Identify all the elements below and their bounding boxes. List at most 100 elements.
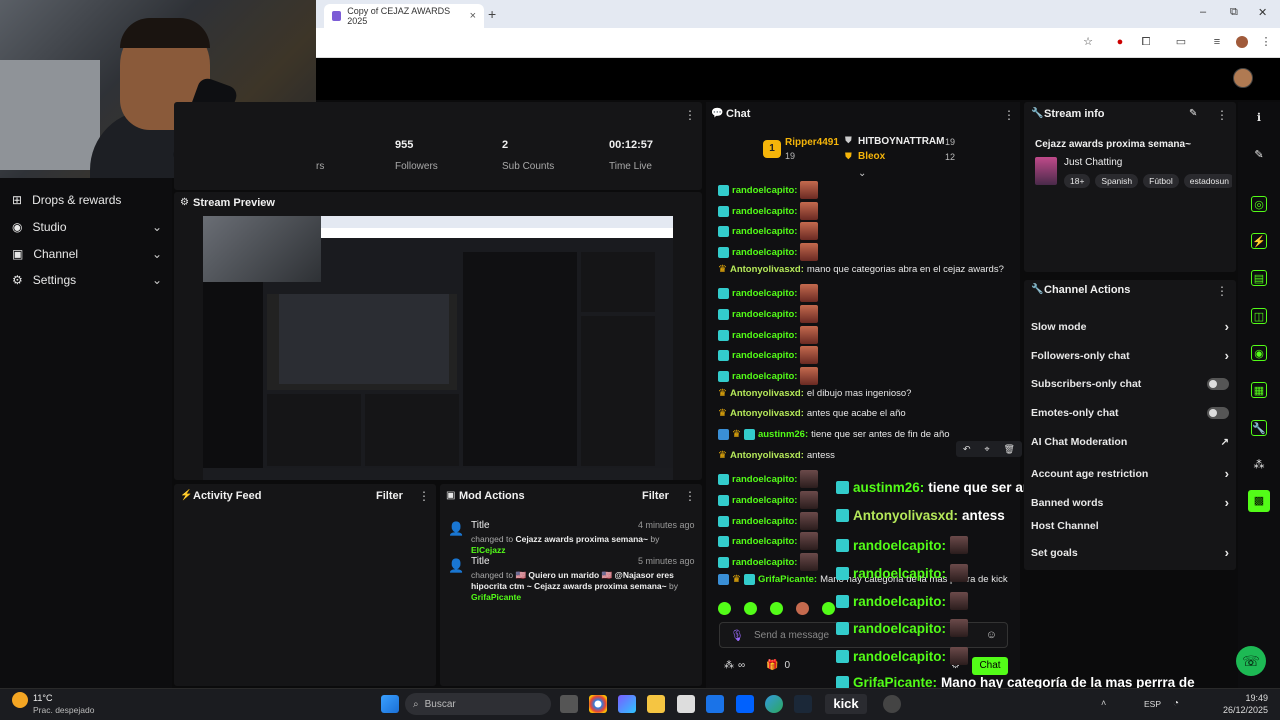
- channel-action-host-channel[interactable]: Host Channel: [1031, 520, 1229, 532]
- activity-menu-icon[interactable]: ⋮: [418, 489, 430, 503]
- document-icon[interactable]: ▤: [1251, 270, 1267, 286]
- emoji-icon[interactable]: ☺: [986, 629, 997, 641]
- chat-username[interactable]: randoelcapito:: [732, 185, 797, 196]
- chat-username[interactable]: GrifaPicante:: [758, 574, 817, 585]
- chat-username[interactable]: randoelcapito:: [732, 288, 797, 299]
- chat-username[interactable]: Antonyolivasxd:: [730, 450, 804, 461]
- sidebar-item-channel[interactable]: ▣ Channel ⌄: [12, 247, 162, 261]
- sidebar-item-drops[interactable]: ⊞ Drops & rewards: [12, 193, 162, 207]
- weather-icon[interactable]: [12, 692, 28, 708]
- chat-message[interactable]: randoelcapito:: [718, 491, 821, 509]
- clock-date[interactable]: 26/12/2025: [1200, 705, 1268, 715]
- chat-username[interactable]: austinm26:: [758, 429, 808, 440]
- edge-icon[interactable]: [765, 695, 783, 713]
- channel-action-account-age-restriction[interactable]: Account age restriction ›: [1031, 466, 1229, 481]
- emote-icon[interactable]: [718, 601, 731, 615]
- chat-username[interactable]: randoelcapito:: [732, 536, 797, 547]
- gift-count[interactable]: 🎁 0: [766, 660, 790, 671]
- chat-username[interactable]: randoelcapito:: [732, 516, 797, 527]
- support-button[interactable]: ☏: [1236, 646, 1266, 676]
- menu-icon[interactable]: ⋮: [1260, 36, 1272, 48]
- chat-message[interactable]: randoelcapito:: [718, 305, 821, 323]
- chat-username[interactable]: randoelcapito:: [732, 330, 797, 341]
- mail-icon[interactable]: [706, 695, 724, 713]
- chat-username[interactable]: randoelcapito:: [732, 247, 797, 258]
- kick-taskbar-icon[interactable]: kick: [825, 694, 867, 714]
- chat-message[interactable]: randoelcapito:: [718, 243, 821, 261]
- chat-message[interactable]: randoelcapito:: [718, 346, 821, 364]
- clock-time[interactable]: 19:49: [1220, 693, 1268, 703]
- chat-message[interactable]: randoelcapito:: [718, 181, 821, 199]
- chat-username[interactable]: randoelcapito:: [732, 309, 797, 320]
- taskbar-search[interactable]: ⌕ Buscar: [405, 693, 551, 715]
- chevron-down-icon[interactable]: ⌄: [858, 168, 866, 179]
- stream-info-menu-icon[interactable]: ⋮: [1216, 108, 1228, 122]
- chat-icon[interactable]: ◫: [1251, 308, 1267, 324]
- channel-action-slow-mode[interactable]: Slow mode ›: [1031, 319, 1229, 334]
- address-bar[interactable]: [316, 28, 1280, 58]
- media-icon[interactable]: ≡: [1211, 36, 1223, 48]
- edit-icon[interactable]: ✎: [1189, 108, 1197, 119]
- chat-menu-icon[interactable]: ⋮: [1003, 108, 1015, 122]
- close-window-button[interactable]: ✕: [1258, 6, 1267, 19]
- language-indicator[interactable]: ESP: [1144, 699, 1161, 709]
- chat-message[interactable]: ♛ Antonyolivasxd: mano que categorias abra…: [718, 264, 1004, 275]
- new-tab-button[interactable]: +: [488, 6, 496, 22]
- emote-icon[interactable]: [744, 601, 757, 615]
- minimize-button[interactable]: –: [1200, 6, 1206, 18]
- chat-message[interactable]: randoelcapito:: [718, 326, 821, 344]
- cast-icon[interactable]: ▭: [1175, 36, 1187, 48]
- star-icon[interactable]: ☆: [1082, 36, 1094, 48]
- wifi-icon[interactable]: ◔: [1173, 698, 1179, 709]
- chat-username[interactable]: Antonyolivasxd:: [730, 264, 804, 275]
- tray-chevron-icon[interactable]: ˄: [1101, 698, 1106, 708]
- emote-icon[interactable]: [796, 601, 809, 615]
- chat-username[interactable]: Antonyolivasxd:: [730, 388, 804, 399]
- reply-icon[interactable]: ↶: [963, 444, 971, 455]
- wrench-icon[interactable]: 🔧: [1251, 420, 1267, 436]
- channel-action-ai-chat-moderation[interactable]: AI Chat Moderation ↗: [1031, 436, 1229, 448]
- info-icon[interactable]: ℹ: [1251, 110, 1267, 126]
- emote-icon[interactable]: [822, 601, 835, 615]
- puzzle-icon[interactable]: ⧠: [1140, 36, 1152, 48]
- pin-icon[interactable]: ⌖: [985, 444, 990, 455]
- extension-red-icon[interactable]: ●: [1114, 36, 1126, 48]
- chat-username[interactable]: randoelcapito:: [732, 474, 797, 485]
- user-avatar[interactable]: [1233, 68, 1253, 88]
- chat-message[interactable]: randoelcapito:: [718, 367, 821, 385]
- chat-message[interactable]: ♛ Antonyolivasxd: antess: [718, 450, 835, 461]
- close-tab-icon[interactable]: ×: [470, 10, 476, 22]
- leader-name[interactable]: Bleox: [858, 151, 885, 162]
- emote-icon[interactable]: [770, 601, 783, 615]
- chat-message[interactable]: ♛ Antonyolivasxd: el dibujo mas ingenioso?: [718, 388, 911, 399]
- chat-username[interactable]: randoelcapito:: [732, 371, 797, 382]
- leader-name[interactable]: Ripper4491: [785, 137, 839, 148]
- chat-message[interactable]: randoelcapito:: [718, 284, 821, 302]
- activity-filter-button[interactable]: Filter: [376, 490, 403, 502]
- chat-username[interactable]: randoelcapito:: [732, 226, 797, 237]
- mod-filter-button[interactable]: Filter: [642, 490, 669, 502]
- chrome-icon[interactable]: [589, 695, 607, 713]
- chat-message[interactable]: randoelcapito:: [718, 532, 821, 550]
- dropbox-icon[interactable]: [736, 695, 754, 713]
- chat-username[interactable]: randoelcapito:: [732, 495, 797, 506]
- sidebar-item-settings[interactable]: ⚙ Settings ⌄: [12, 273, 162, 287]
- channel-action-subscribers-only-chat[interactable]: Subscribers-only chat: [1031, 378, 1229, 390]
- maximize-button[interactable]: ⧉: [1230, 6, 1238, 19]
- steam-icon[interactable]: [794, 695, 812, 713]
- channel-action-banned-words[interactable]: Banned words ›: [1031, 495, 1229, 510]
- folder-icon[interactable]: [647, 695, 665, 713]
- task-view-icon[interactable]: [560, 695, 578, 713]
- category-name[interactable]: Just Chatting: [1064, 157, 1122, 168]
- windows-start-icon[interactable]: [381, 695, 399, 713]
- stream-preview-video[interactable]: [203, 216, 673, 480]
- profile-avatar-icon[interactable]: [1236, 36, 1248, 48]
- channel-action-followers-only-chat[interactable]: Followers-only chat ›: [1031, 348, 1229, 363]
- chat-message[interactable]: ♛ austinm26: tiene que ser antes de fin de…: [718, 429, 950, 440]
- mod-menu-icon[interactable]: ⋮: [684, 489, 696, 503]
- chat-username[interactable]: randoelcapito:: [732, 206, 797, 217]
- chat-message[interactable]: ♛ Antonyolivasxd: antes que acabe el año: [718, 408, 906, 419]
- chat-username[interactable]: randoelcapito:: [732, 557, 797, 568]
- toggle-switch[interactable]: [1207, 378, 1229, 390]
- channel-actions-menu-icon[interactable]: ⋮: [1216, 284, 1228, 298]
